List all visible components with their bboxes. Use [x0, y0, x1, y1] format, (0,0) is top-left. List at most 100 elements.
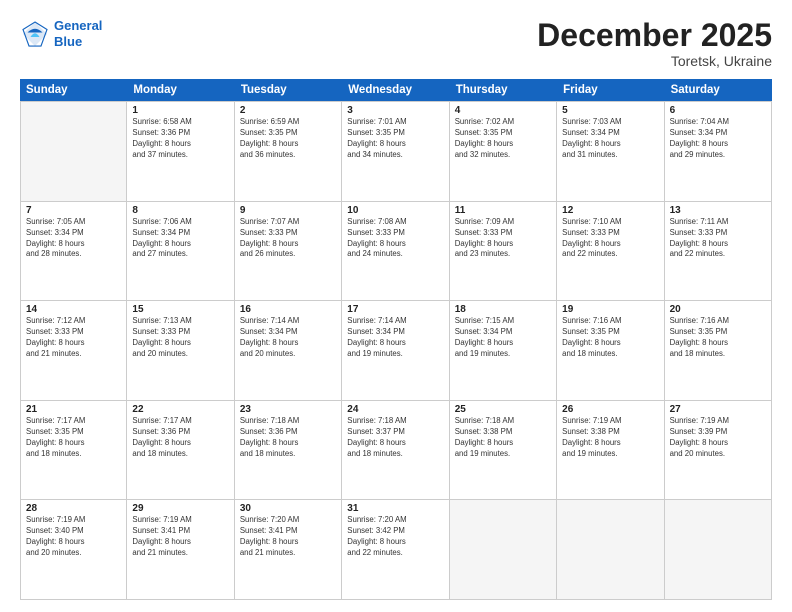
calendar-cell-31: 31Sunrise: 7:20 AM Sunset: 3:42 PM Dayli…	[342, 500, 449, 599]
cell-info: Sunrise: 6:58 AM Sunset: 3:36 PM Dayligh…	[132, 117, 228, 161]
day-number: 24	[347, 404, 443, 415]
calendar-cell-2: 2Sunrise: 6:59 AM Sunset: 3:35 PM Daylig…	[235, 102, 342, 201]
header-day-tuesday: Tuesday	[235, 79, 342, 101]
cell-info: Sunrise: 7:20 AM Sunset: 3:42 PM Dayligh…	[347, 515, 443, 559]
day-number: 14	[26, 304, 121, 315]
location: Toretsk, Ukraine	[537, 53, 772, 69]
cell-info: Sunrise: 7:09 AM Sunset: 3:33 PM Dayligh…	[455, 217, 551, 261]
cell-info: Sunrise: 7:18 AM Sunset: 3:37 PM Dayligh…	[347, 416, 443, 460]
calendar-cell-1: 1Sunrise: 6:58 AM Sunset: 3:36 PM Daylig…	[127, 102, 234, 201]
day-number: 27	[670, 404, 766, 415]
cell-info: Sunrise: 7:19 AM Sunset: 3:39 PM Dayligh…	[670, 416, 766, 460]
day-number: 30	[240, 503, 336, 514]
cell-info: Sunrise: 7:04 AM Sunset: 3:34 PM Dayligh…	[670, 117, 766, 161]
day-number: 20	[670, 304, 766, 315]
day-number: 29	[132, 503, 228, 514]
day-number: 22	[132, 404, 228, 415]
header-day-sunday: Sunday	[20, 79, 127, 101]
day-number: 11	[455, 205, 551, 216]
logo-line1: General	[54, 18, 102, 33]
calendar-cell-27: 27Sunrise: 7:19 AM Sunset: 3:39 PM Dayli…	[665, 401, 772, 500]
day-number: 21	[26, 404, 121, 415]
calendar-row-2: 7Sunrise: 7:05 AM Sunset: 3:34 PM Daylig…	[20, 202, 772, 302]
calendar-cell-29: 29Sunrise: 7:19 AM Sunset: 3:41 PM Dayli…	[127, 500, 234, 599]
calendar-cell-11: 11Sunrise: 7:09 AM Sunset: 3:33 PM Dayli…	[450, 202, 557, 301]
logo-icon	[20, 19, 50, 49]
day-number: 26	[562, 404, 658, 415]
calendar-header: SundayMondayTuesdayWednesdayThursdayFrid…	[20, 79, 772, 101]
day-number: 12	[562, 205, 658, 216]
calendar-cell-empty	[450, 500, 557, 599]
day-number: 3	[347, 105, 443, 116]
cell-info: Sunrise: 7:11 AM Sunset: 3:33 PM Dayligh…	[670, 217, 766, 261]
calendar-cell-5: 5Sunrise: 7:03 AM Sunset: 3:34 PM Daylig…	[557, 102, 664, 201]
calendar-cell-4: 4Sunrise: 7:02 AM Sunset: 3:35 PM Daylig…	[450, 102, 557, 201]
calendar-cell-25: 25Sunrise: 7:18 AM Sunset: 3:38 PM Dayli…	[450, 401, 557, 500]
day-number: 25	[455, 404, 551, 415]
day-number: 5	[562, 105, 658, 116]
calendar-cell-9: 9Sunrise: 7:07 AM Sunset: 3:33 PM Daylig…	[235, 202, 342, 301]
day-number: 17	[347, 304, 443, 315]
calendar-cell-empty	[20, 102, 127, 201]
calendar-cell-15: 15Sunrise: 7:13 AM Sunset: 3:33 PM Dayli…	[127, 301, 234, 400]
day-number: 28	[26, 503, 121, 514]
day-number: 23	[240, 404, 336, 415]
day-number: 8	[132, 205, 228, 216]
calendar: SundayMondayTuesdayWednesdayThursdayFrid…	[20, 79, 772, 600]
header-day-saturday: Saturday	[665, 79, 772, 101]
calendar-row-4: 21Sunrise: 7:17 AM Sunset: 3:35 PM Dayli…	[20, 401, 772, 501]
day-number: 16	[240, 304, 336, 315]
month-title: December 2025	[537, 18, 772, 53]
calendar-row-5: 28Sunrise: 7:19 AM Sunset: 3:40 PM Dayli…	[20, 500, 772, 600]
day-number: 9	[240, 205, 336, 216]
calendar-cell-12: 12Sunrise: 7:10 AM Sunset: 3:33 PM Dayli…	[557, 202, 664, 301]
calendar-cell-17: 17Sunrise: 7:14 AM Sunset: 3:34 PM Dayli…	[342, 301, 449, 400]
cell-info: Sunrise: 7:14 AM Sunset: 3:34 PM Dayligh…	[347, 316, 443, 360]
logo: General Blue	[20, 18, 102, 49]
cell-info: Sunrise: 7:01 AM Sunset: 3:35 PM Dayligh…	[347, 117, 443, 161]
cell-info: Sunrise: 7:02 AM Sunset: 3:35 PM Dayligh…	[455, 117, 551, 161]
calendar-row-1: 1Sunrise: 6:58 AM Sunset: 3:36 PM Daylig…	[20, 101, 772, 202]
cell-info: Sunrise: 7:16 AM Sunset: 3:35 PM Dayligh…	[670, 316, 766, 360]
day-number: 18	[455, 304, 551, 315]
calendar-cell-30: 30Sunrise: 7:20 AM Sunset: 3:41 PM Dayli…	[235, 500, 342, 599]
day-number: 15	[132, 304, 228, 315]
day-number: 4	[455, 105, 551, 116]
calendar-cell-24: 24Sunrise: 7:18 AM Sunset: 3:37 PM Dayli…	[342, 401, 449, 500]
cell-info: Sunrise: 7:14 AM Sunset: 3:34 PM Dayligh…	[240, 316, 336, 360]
calendar-cell-20: 20Sunrise: 7:16 AM Sunset: 3:35 PM Dayli…	[665, 301, 772, 400]
cell-info: Sunrise: 7:10 AM Sunset: 3:33 PM Dayligh…	[562, 217, 658, 261]
cell-info: Sunrise: 7:03 AM Sunset: 3:34 PM Dayligh…	[562, 117, 658, 161]
calendar-cell-22: 22Sunrise: 7:17 AM Sunset: 3:36 PM Dayli…	[127, 401, 234, 500]
calendar-cell-23: 23Sunrise: 7:18 AM Sunset: 3:36 PM Dayli…	[235, 401, 342, 500]
cell-info: Sunrise: 6:59 AM Sunset: 3:35 PM Dayligh…	[240, 117, 336, 161]
day-number: 13	[670, 205, 766, 216]
page: General Blue December 2025 Toretsk, Ukra…	[0, 0, 792, 612]
cell-info: Sunrise: 7:13 AM Sunset: 3:33 PM Dayligh…	[132, 316, 228, 360]
cell-info: Sunrise: 7:19 AM Sunset: 3:38 PM Dayligh…	[562, 416, 658, 460]
calendar-body: 1Sunrise: 6:58 AM Sunset: 3:36 PM Daylig…	[20, 101, 772, 600]
calendar-cell-8: 8Sunrise: 7:06 AM Sunset: 3:34 PM Daylig…	[127, 202, 234, 301]
cell-info: Sunrise: 7:12 AM Sunset: 3:33 PM Dayligh…	[26, 316, 121, 360]
day-number: 1	[132, 105, 228, 116]
logo-text: General Blue	[54, 18, 102, 49]
calendar-cell-26: 26Sunrise: 7:19 AM Sunset: 3:38 PM Dayli…	[557, 401, 664, 500]
calendar-cell-19: 19Sunrise: 7:16 AM Sunset: 3:35 PM Dayli…	[557, 301, 664, 400]
cell-info: Sunrise: 7:06 AM Sunset: 3:34 PM Dayligh…	[132, 217, 228, 261]
calendar-row-3: 14Sunrise: 7:12 AM Sunset: 3:33 PM Dayli…	[20, 301, 772, 401]
day-number: 31	[347, 503, 443, 514]
day-number: 7	[26, 205, 121, 216]
logo-line2: Blue	[54, 34, 82, 49]
cell-info: Sunrise: 7:19 AM Sunset: 3:41 PM Dayligh…	[132, 515, 228, 559]
calendar-cell-21: 21Sunrise: 7:17 AM Sunset: 3:35 PM Dayli…	[20, 401, 127, 500]
cell-info: Sunrise: 7:08 AM Sunset: 3:33 PM Dayligh…	[347, 217, 443, 261]
header-day-thursday: Thursday	[450, 79, 557, 101]
cell-info: Sunrise: 7:17 AM Sunset: 3:36 PM Dayligh…	[132, 416, 228, 460]
cell-info: Sunrise: 7:16 AM Sunset: 3:35 PM Dayligh…	[562, 316, 658, 360]
calendar-cell-10: 10Sunrise: 7:08 AM Sunset: 3:33 PM Dayli…	[342, 202, 449, 301]
cell-info: Sunrise: 7:17 AM Sunset: 3:35 PM Dayligh…	[26, 416, 121, 460]
calendar-cell-empty	[557, 500, 664, 599]
calendar-cell-14: 14Sunrise: 7:12 AM Sunset: 3:33 PM Dayli…	[20, 301, 127, 400]
cell-info: Sunrise: 7:07 AM Sunset: 3:33 PM Dayligh…	[240, 217, 336, 261]
calendar-cell-16: 16Sunrise: 7:14 AM Sunset: 3:34 PM Dayli…	[235, 301, 342, 400]
